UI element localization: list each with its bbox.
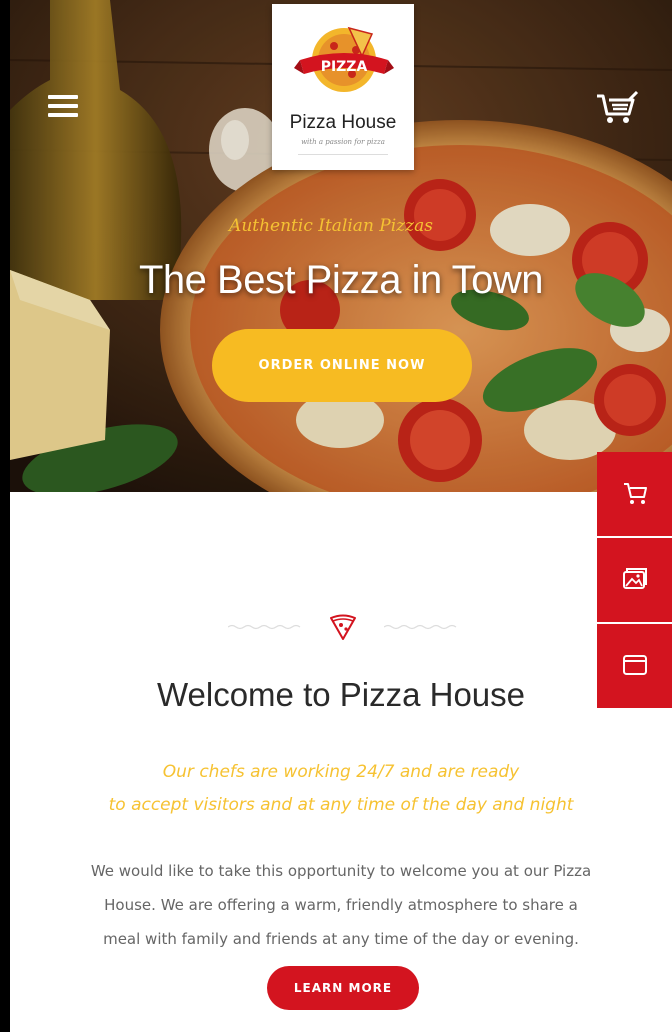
tagline-line-2: to accept visitors and at any time of th… [108, 795, 574, 815]
order-online-button[interactable]: ORDER ONLINE NOW [212, 329, 472, 402]
site-logo[interactable]: PIZZA Pizza House with a passion for piz… [272, 4, 414, 170]
body-line-3: meal with family and friends at any time… [103, 930, 579, 948]
page: PIZZA Pizza House with a passion for piz… [0, 0, 672, 1032]
hero-kicker: Authentic Italian Pizzas [229, 216, 433, 236]
hero-banner: PIZZA Pizza House with a passion for piz… [10, 0, 672, 492]
learn-more-button[interactable]: LEARN MORE [267, 966, 419, 1010]
floating-side-panel [597, 452, 672, 708]
hero-title: The Best Pizza in Town [138, 258, 544, 302]
cart-icon [624, 483, 647, 504]
logo-name: Pizza House [289, 112, 397, 133]
wave-line-left [228, 624, 301, 630]
wave-line-right [384, 624, 457, 630]
welcome-body-text: We would like to take this opportunity t… [60, 854, 622, 956]
side-cart-button[interactable] [597, 452, 672, 538]
browser-window-icon [623, 655, 647, 675]
welcome-section: Welcome to Pizza House Our chefs are wor… [10, 492, 672, 1032]
side-window-button[interactable] [597, 624, 672, 708]
body-line-1: We would like to take this opportunity t… [90, 862, 592, 880]
left-edge-strip [0, 0, 10, 1032]
welcome-title: Welcome to Pizza House [156, 676, 526, 713]
logo-tagline: with a passion for pizza [301, 138, 385, 146]
menu-bar [48, 104, 78, 108]
menu-bar [48, 95, 78, 99]
side-gallery-button[interactable] [597, 538, 672, 624]
logo-badge-text: PIZZA [321, 59, 368, 75]
logo-divider [298, 154, 388, 155]
body-line-2: House. We are offering a warm, friendly … [104, 896, 578, 914]
welcome-tagline: Our chefs are working 24/7 and are ready… [10, 756, 672, 822]
shopping-cart-icon[interactable] [595, 90, 639, 126]
menu-bar [48, 113, 78, 117]
pizza-slice-icon [330, 614, 356, 640]
hamburger-menu-icon[interactable] [48, 95, 78, 119]
gallery-icon [623, 568, 647, 589]
pizza-logo-icon: PIZZA [294, 26, 394, 92]
tagline-line-1: Our chefs are working 24/7 and are ready [162, 762, 520, 782]
section-divider [10, 612, 672, 642]
